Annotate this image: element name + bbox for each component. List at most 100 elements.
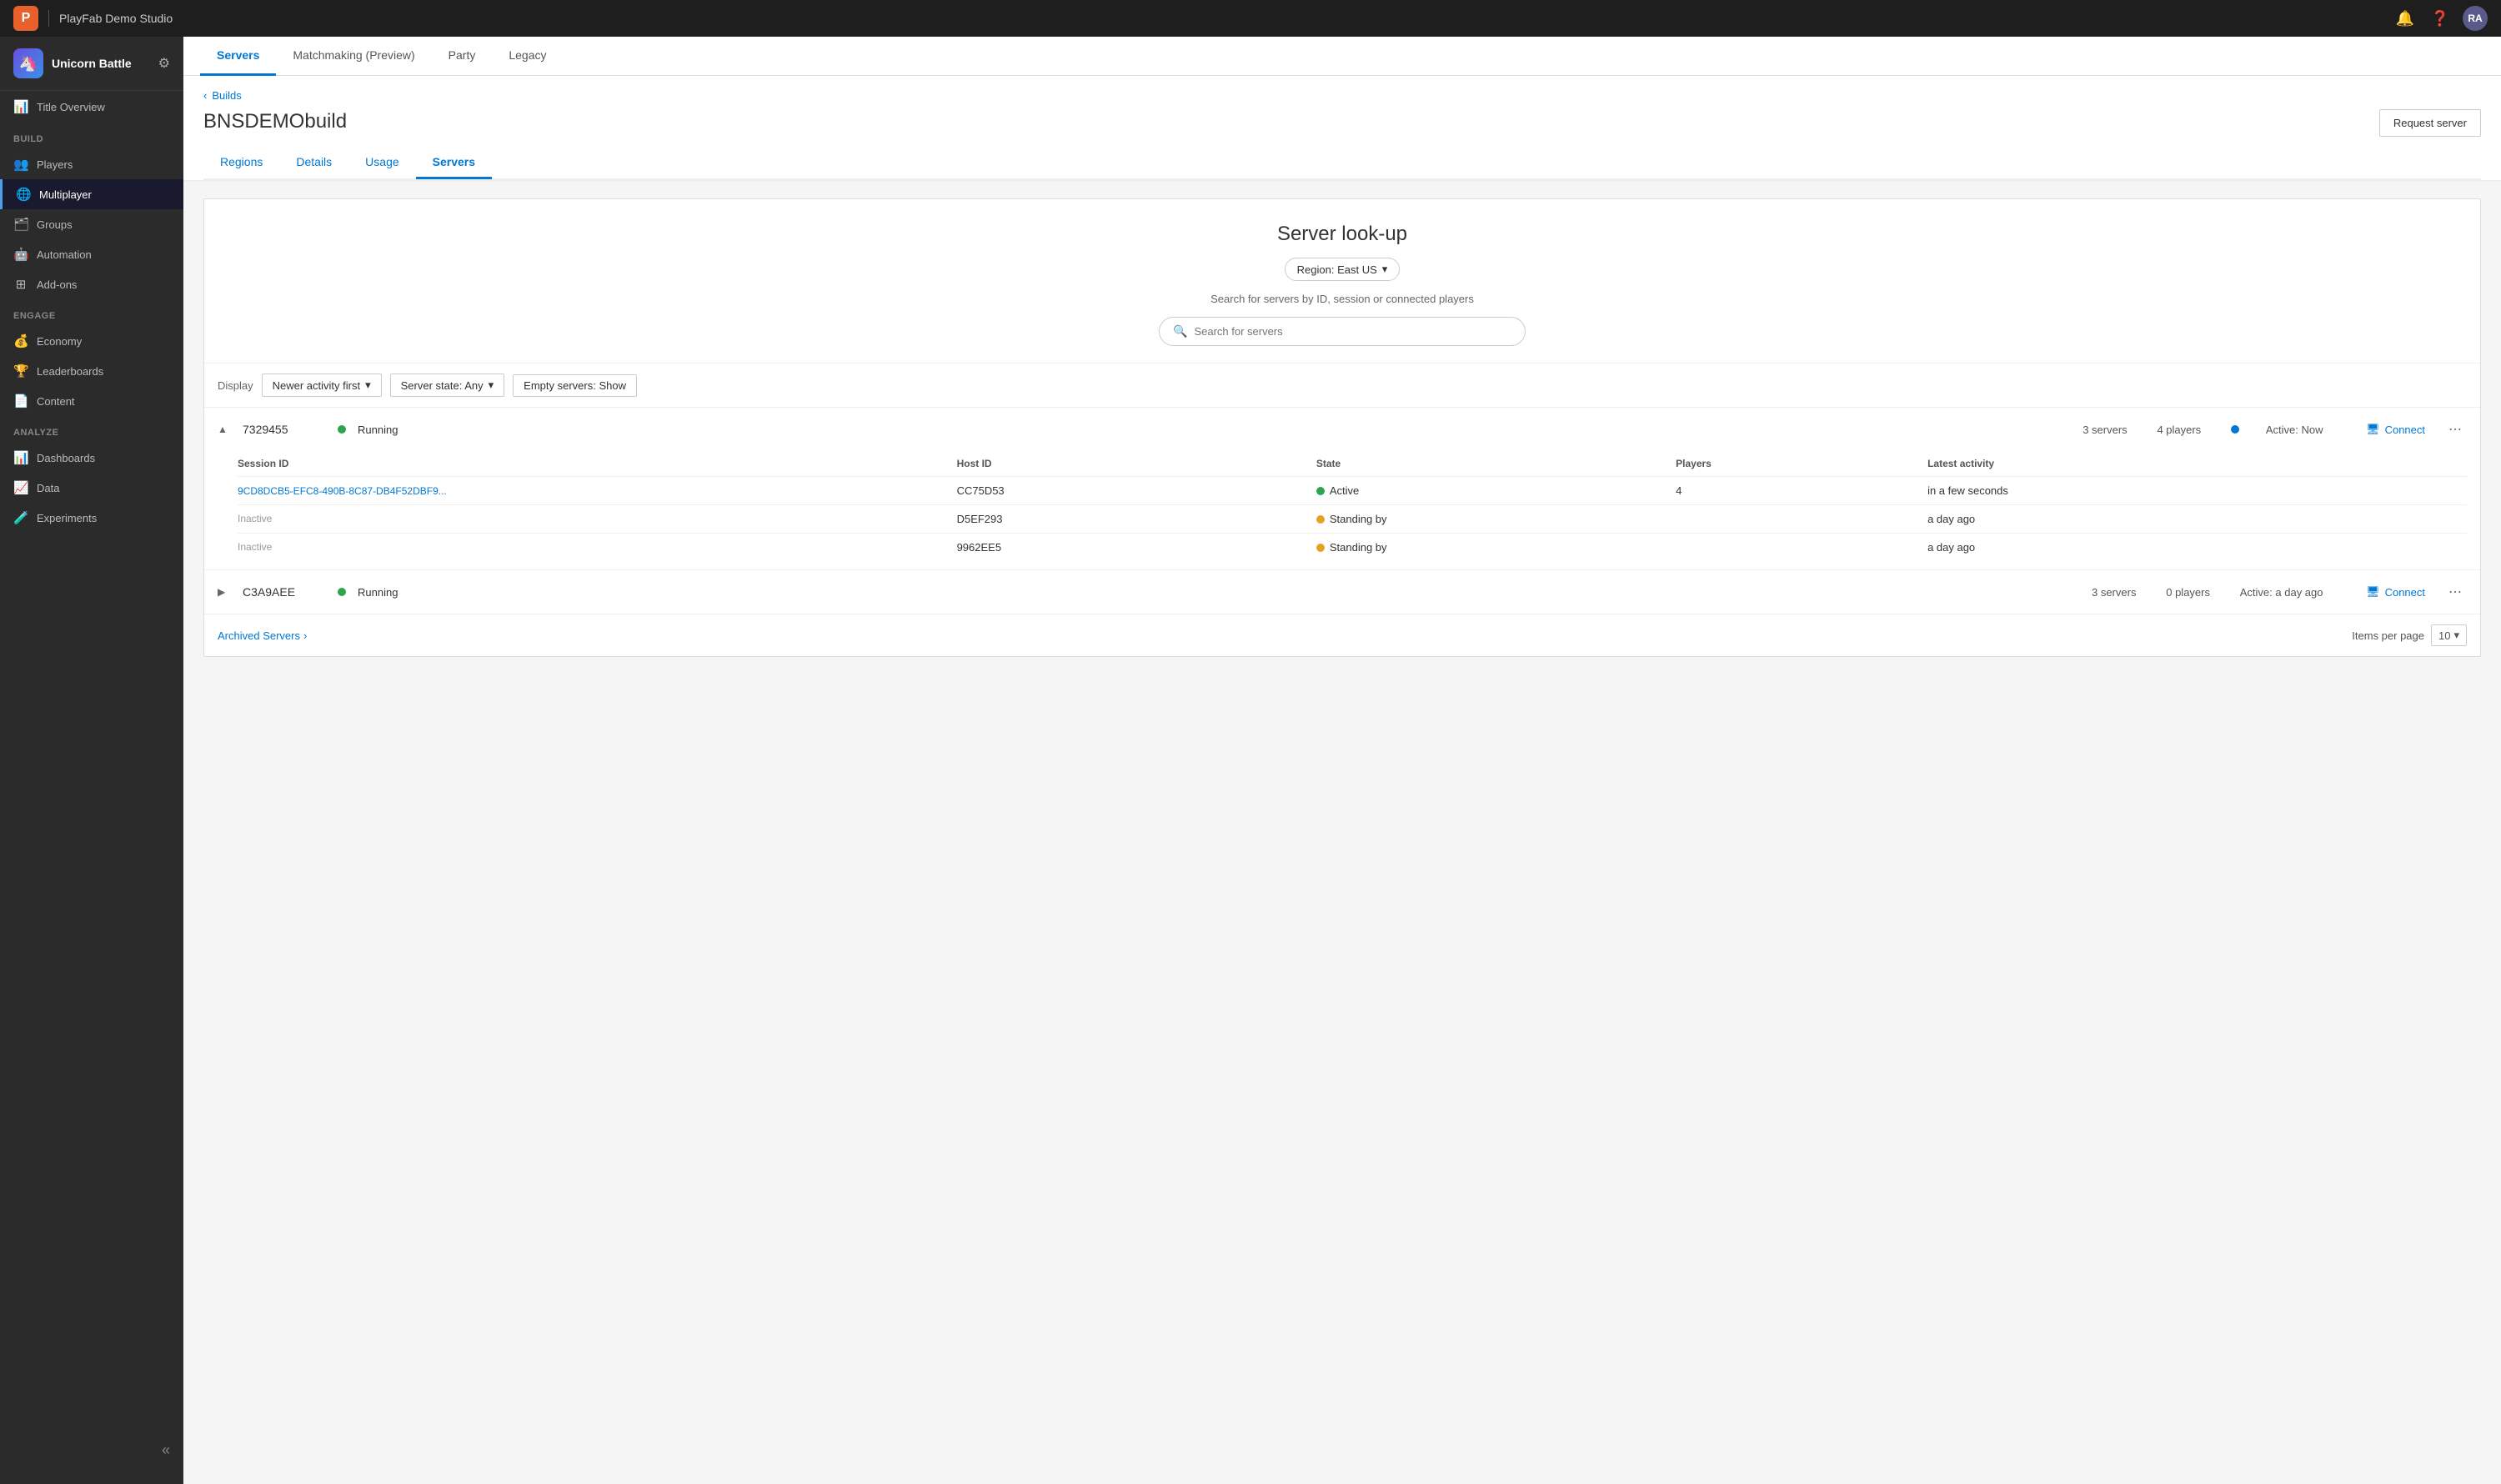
sidebar-item-groups[interactable]: 🗂 Groups [0,209,183,239]
connect-button-1[interactable]: 🖥 Connect [2359,419,2432,439]
settings-gear-icon[interactable]: ⚙ [158,55,170,72]
sidebar-item-dashboards[interactable]: 📊 Dashboards [0,443,183,473]
session-activity-2: a day ago [1927,513,2467,525]
archived-servers-link[interactable]: Archived Servers › [218,629,307,642]
tab-servers[interactable]: Servers [200,37,276,76]
data-icon: 📈 [13,480,28,495]
connect-button-2[interactable]: 🖥 Connect [2359,582,2432,602]
sidebar-item-experiments[interactable]: 🧪 Experiments [0,503,183,533]
items-chevron-icon: ▾ [2453,629,2459,642]
session-state-dot-3 [1316,544,1325,552]
more-options-icon-2[interactable]: ⋯ [2443,580,2467,604]
sidebar-item-content[interactable]: 📄 Content [0,386,183,416]
sidebar-item-addons[interactable]: ⊞ Add-ons [0,269,183,299]
players-icon: 👥 [13,157,28,172]
groups-icon: 🗂 [13,217,28,232]
sessions-table-header: Session ID Host ID State Players Latest … [238,451,2467,477]
sidebar-item-title-overview[interactable]: 📊 Title Overview [0,91,183,123]
state-filter[interactable]: Server state: Any ▾ [390,374,505,397]
server-search-box: 🔍 [1159,317,1526,346]
players-count-1: 4 players [2157,424,2201,436]
request-server-button[interactable]: Request server [2379,109,2481,137]
sidebar-collapse-button[interactable]: « [0,1433,183,1467]
host-id-2: D5EF293 [957,513,1316,525]
session-players-1: 4 [1676,484,1927,497]
more-options-icon-1[interactable]: ⋯ [2443,418,2467,441]
servers-count-2: 3 servers [2092,586,2136,599]
build-name: BNSDEMObuild [203,110,347,133]
active-label-2: Active: a day ago [2240,586,2323,599]
server-status-1: Running [358,424,424,436]
session-state-dot-1 [1316,487,1325,495]
arrow-right-icon: › [303,629,307,642]
col-session-id: Session ID [238,458,957,469]
build-tab-details[interactable]: Details [279,147,348,179]
panel-footer: Archived Servers › Items per page 10 ▾ [204,614,2480,656]
sidebar-item-leaderboards[interactable]: 🏆 Leaderboards [0,356,183,386]
expand-icon-2[interactable]: ▶ [218,586,231,598]
server-row-main-1[interactable]: ▲ 7329455 Running 3 servers 4 players Ac… [204,408,2480,451]
sidebar-item-data[interactable]: 📈 Data [0,473,183,503]
addons-icon: ⊞ [13,277,28,292]
breadcrumb-arrow-icon: ‹ [203,89,207,102]
session-row-1: 9CD8DCB5-EFC8-490B-8C87-DB4F52DBF9... CC… [238,477,2467,505]
server-row-main-2[interactable]: ▶ C3A9AEE Running 3 servers 0 players Ac… [204,570,2480,614]
session-inactive-1: Inactive [238,513,957,525]
server-group-1: ▲ 7329455 Running 3 servers 4 players Ac… [204,408,2480,570]
automation-label: Automation [37,248,92,261]
archived-label: Archived Servers [218,629,300,642]
build-tabs: Regions Details Usage Servers [183,147,2501,182]
collapse-icon[interactable]: ▲ [218,424,231,435]
monitor-icon: 🖥 [2366,423,2380,436]
notification-icon[interactable]: 🔔 [2393,6,2418,31]
build-header: ‹ Builds BNSDEMObuild Request server [183,76,2501,147]
items-per-page-value: 10 [2438,629,2450,642]
help-icon[interactable]: ❓ [2428,6,2453,31]
dashboards-icon: 📊 [13,450,28,465]
server-lookup: Server look-up Region: East US ▾ Search … [204,199,2480,363]
tab-legacy[interactable]: Legacy [492,37,563,76]
empty-servers-filter[interactable]: Empty servers: Show [513,374,637,397]
tab-matchmaking[interactable]: Matchmaking (Preview) [276,37,431,76]
activity-filter[interactable]: Newer activity first ▾ [262,374,382,397]
build-header-left: ‹ Builds BNSDEMObuild [203,89,347,147]
engage-section-label: ENGAGE [0,299,183,326]
user-avatar[interactable]: RA [2463,6,2488,31]
search-input[interactable] [1194,325,1511,338]
search-icon: 🔍 [1173,324,1187,338]
sidebar-item-players[interactable]: 👥 Players [0,149,183,179]
items-per-page: Items per page 10 ▾ [2352,624,2467,646]
session-id-link-1[interactable]: 9CD8DCB5-EFC8-490B-8C87-DB4F52DBF9... [238,485,447,497]
content-label: Content [37,395,75,408]
items-per-page-select[interactable]: 10 ▾ [2431,624,2467,646]
session-state-3: Standing by [1330,541,1387,554]
dashboards-label: Dashboards [37,452,95,464]
sidebar-item-multiplayer[interactable]: 🌐 Multiplayer [0,179,183,209]
server-status-2: Running [358,586,424,599]
server-id-2: C3A9AEE [243,585,326,599]
servers-count-1: 3 servers [2082,424,2127,436]
automation-icon: 🤖 [13,247,28,262]
build-tab-usage[interactable]: Usage [348,147,415,179]
title-overview-label: Title Overview [37,101,105,113]
server-group-2: ▶ C3A9AEE Running 3 servers 0 players Ac… [204,570,2480,614]
breadcrumb[interactable]: ‹ Builds [203,89,347,102]
col-latest-activity: Latest activity [1927,458,2467,469]
build-tab-regions[interactable]: Regions [203,147,279,179]
sidebar-item-automation[interactable]: 🤖 Automation [0,239,183,269]
session-activity-1: in a few seconds [1927,484,2467,497]
main-tabbar: Servers Matchmaking (Preview) Party Lega… [183,37,2501,76]
tab-party[interactable]: Party [432,37,493,76]
server-panel: Server look-up Region: East US ▾ Search … [203,198,2481,657]
economy-label: Economy [37,335,82,348]
game-header: 🦄 Unicorn Battle ⚙ [0,37,183,91]
build-tab-servers[interactable]: Servers [416,147,492,179]
build-section-label: BUILD [0,123,183,149]
economy-icon: 💰 [13,333,28,348]
activity-filter-label: Newer activity first [273,379,360,392]
lookup-description: Search for servers by ID, session or con… [221,293,2463,305]
filters-bar: Display Newer activity first ▾ Server st… [204,363,2480,408]
sidebar-item-economy[interactable]: 💰 Economy [0,326,183,356]
data-label: Data [37,482,59,494]
region-dropdown[interactable]: Region: East US ▾ [1285,258,1401,281]
